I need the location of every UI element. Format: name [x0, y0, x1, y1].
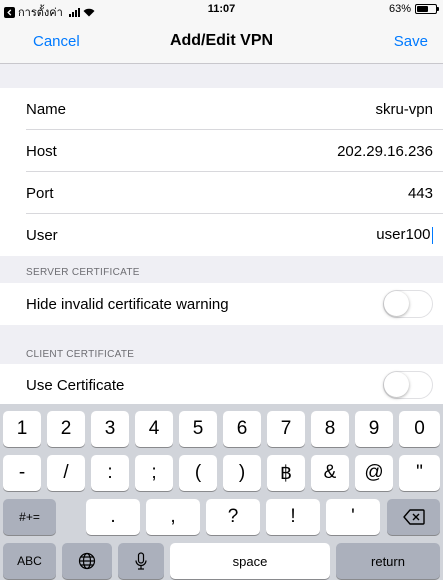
- navigation-bar: Cancel Add/Edit VPN Save: [0, 20, 443, 64]
- numeric-keyboard: 1 2 3 4 5 6 7 8 9 0 - / : ; ( ) ฿ & @ " …: [0, 404, 443, 580]
- name-row[interactable]: Name skru-vpn: [0, 88, 443, 130]
- server-certificate-header: SERVER CERTIFICATE: [26, 267, 140, 278]
- symbols-key[interactable]: #+=: [3, 499, 56, 535]
- user-row[interactable]: User user100: [0, 214, 443, 256]
- key-5[interactable]: 5: [179, 411, 217, 447]
- delete-backspace-icon: [402, 509, 425, 525]
- key-exclamation[interactable]: !: [266, 499, 320, 535]
- key-at[interactable]: @: [355, 455, 393, 491]
- host-row[interactable]: Host 202.29.16.236: [0, 130, 443, 172]
- dictation-key[interactable]: [118, 543, 164, 579]
- key-semicolon[interactable]: ;: [135, 455, 173, 491]
- battery-percent: 63%: [388, 3, 411, 15]
- key-period[interactable]: .: [86, 499, 140, 535]
- key-8[interactable]: 8: [311, 411, 349, 447]
- key-0[interactable]: 0: [399, 411, 440, 447]
- status-right: 63%: [388, 3, 439, 15]
- user-value: user100: [376, 226, 431, 244]
- key-3[interactable]: 3: [91, 411, 129, 447]
- user-label: User: [26, 226, 58, 244]
- globe-key[interactable]: [62, 543, 112, 579]
- use-certificate-row: Use Certificate: [0, 364, 443, 406]
- microphone-icon: [135, 552, 147, 570]
- page-title: Add/Edit VPN: [169, 32, 274, 49]
- toggle-knob: [384, 372, 409, 397]
- host-field[interactable]: 202.29.16.236: [337, 143, 433, 160]
- name-label: Name: [26, 100, 67, 118]
- space-key[interactable]: space: [170, 543, 330, 579]
- client-certificate-section: Use Certificate: [0, 364, 443, 406]
- key-close-paren[interactable]: ): [223, 455, 261, 491]
- key-4[interactable]: 4: [135, 411, 173, 447]
- status-bar: การตั้งค่า 11:07 63%: [0, 0, 443, 20]
- key-colon[interactable]: :: [91, 455, 129, 491]
- key-baht[interactable]: ฿: [267, 455, 305, 491]
- key-hyphen[interactable]: -: [3, 455, 41, 491]
- battery-icon: [415, 4, 439, 14]
- user-field[interactable]: user100: [376, 226, 433, 244]
- key-1[interactable]: 1: [3, 411, 41, 447]
- key-6[interactable]: 6: [223, 411, 261, 447]
- key-open-paren[interactable]: (: [179, 455, 217, 491]
- toggle-knob: [384, 291, 409, 316]
- host-label: Host: [26, 142, 57, 160]
- key-2[interactable]: 2: [47, 411, 85, 447]
- key-slash[interactable]: /: [47, 455, 85, 491]
- vpn-edit-screen: การตั้งค่า 11:07 63% Cancel Add/Edit VPN…: [0, 0, 443, 580]
- hide-invalid-certificate-row: Hide invalid certificate warning: [0, 283, 443, 325]
- battery-fill: [417, 6, 429, 12]
- name-field[interactable]: skru-vpn: [375, 101, 433, 118]
- client-certificate-header: CLIENT CERTIFICATE: [26, 349, 135, 360]
- key-question[interactable]: ?: [206, 499, 260, 535]
- key-7[interactable]: 7: [267, 411, 305, 447]
- abc-key[interactable]: ABC: [3, 543, 56, 579]
- use-certificate-toggle[interactable]: [383, 371, 433, 399]
- return-key[interactable]: return: [336, 543, 440, 579]
- port-field[interactable]: 443: [408, 185, 433, 202]
- port-row[interactable]: Port 443: [0, 172, 443, 214]
- save-button[interactable]: Save: [394, 33, 428, 50]
- key-comma[interactable]: ,: [146, 499, 200, 535]
- port-label: Port: [26, 184, 54, 202]
- key-apostrophe[interactable]: ': [326, 499, 380, 535]
- vpn-details-section: Name skru-vpn Host 202.29.16.236 Port 44…: [0, 88, 443, 256]
- globe-icon: [78, 552, 96, 570]
- hide-invalid-certificate-toggle[interactable]: [383, 290, 433, 318]
- delete-key[interactable]: [387, 499, 440, 535]
- key-9[interactable]: 9: [355, 411, 393, 447]
- text-cursor: [431, 226, 433, 244]
- hide-invalid-certificate-label: Hide invalid certificate warning: [26, 295, 229, 313]
- server-certificate-section: Hide invalid certificate warning: [0, 283, 443, 325]
- key-quote[interactable]: ": [399, 455, 440, 491]
- status-time: 11:07: [207, 3, 236, 15]
- key-ampersand[interactable]: &: [311, 455, 349, 491]
- use-certificate-label: Use Certificate: [26, 376, 125, 394]
